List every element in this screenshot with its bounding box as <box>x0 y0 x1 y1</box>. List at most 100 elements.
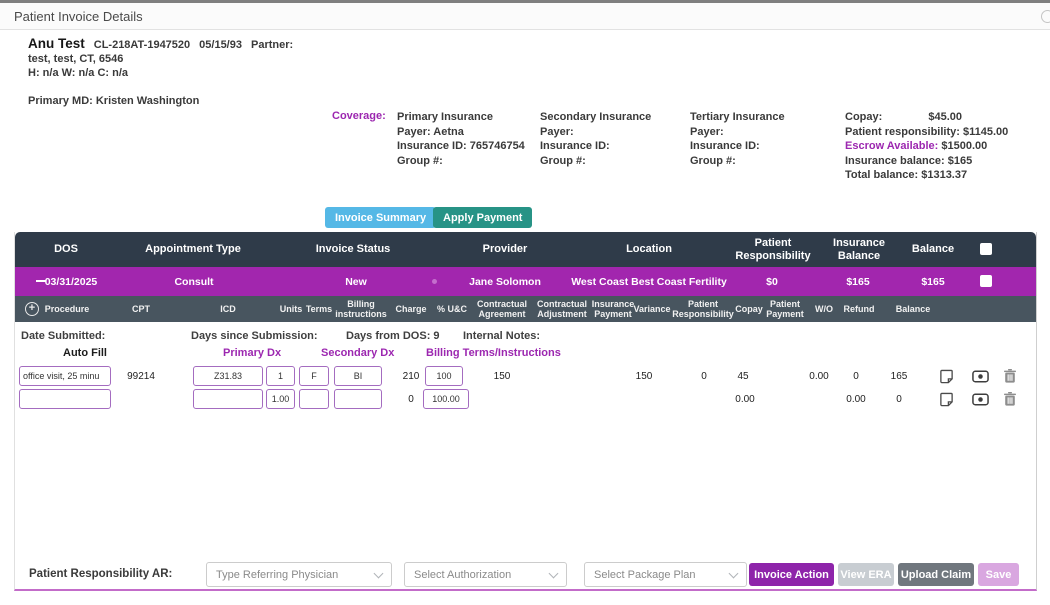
refund-cell: 0 <box>853 366 859 387</box>
coverage-label: Coverage: <box>332 110 386 122</box>
subcol-patient-payment: Patient Payment <box>760 296 810 322</box>
escrow-row: Escrow Available: $1500.00 <box>845 139 1008 154</box>
terms-input[interactable] <box>299 366 329 386</box>
patient-summary-line: Anu TestCL-218AT-194752005/15/93Partner: <box>28 36 293 51</box>
total-balance-label: Total balance: <box>845 169 918 181</box>
add-line-item-icon[interactable]: + <box>25 302 39 316</box>
col-invoice-status: Invoice Status <box>316 232 391 267</box>
note-icon[interactable] <box>939 369 954 384</box>
uc-percent-input[interactable] <box>425 366 463 386</box>
total-balance-row: Total balance: $1313.37 <box>845 168 1008 183</box>
patient-dob: 05/15/93 <box>199 39 242 51</box>
insurance-balance-row: Insurance balance: $165 <box>845 154 1008 169</box>
invoice-appt-type: Consult <box>174 267 213 296</box>
secondary-insurance-payer: Payer: <box>540 125 651 140</box>
units-input[interactable] <box>266 366 295 386</box>
package-plan-select[interactable]: Select Package Plan <box>584 562 747 587</box>
secondary-insurance-id: Insurance ID: <box>540 139 651 154</box>
icd-input-2[interactable] <box>193 389 263 409</box>
patient-responsibility-label: Patient responsibility: <box>845 126 960 138</box>
subcol-icd: ICD <box>220 296 236 322</box>
authorization-select[interactable]: Select Authorization <box>404 562 567 587</box>
subcol-units: Units <box>280 296 303 322</box>
status-dot <box>432 279 437 284</box>
tertiary-insurance-title: Tertiary Insurance <box>690 110 785 125</box>
patient-responsibility-cell: 0 <box>701 366 707 387</box>
insurance-balance-value: $165 <box>948 155 972 167</box>
note-icon-2[interactable] <box>939 392 954 407</box>
primary-insurance-id: Insurance ID: 765746754 <box>397 139 525 154</box>
authorization-placeholder: Select Authorization <box>414 569 511 581</box>
subcol-copay: Copay <box>735 296 763 322</box>
wo-cell: 0.00 <box>809 366 828 387</box>
save-button[interactable]: Save <box>978 563 1019 586</box>
chevron-down-icon <box>549 568 559 578</box>
subcol-contractual-agreement: Contractual Agreement <box>471 296 533 322</box>
subcol-billing-instructions: Billing instructions <box>333 296 389 322</box>
subcol-contractual-adjustment: Contractual Adjustment <box>531 296 593 322</box>
invoice-action-button[interactable]: Invoice Action <box>749 563 834 586</box>
page-header-bar: Patient Invoice Details <box>0 3 1050 30</box>
billing-terms-link[interactable]: Billing Terms/Instructions <box>426 347 561 359</box>
units-input-2[interactable] <box>266 389 295 409</box>
payment-banknote-icon[interactable] <box>972 370 989 383</box>
uc-percent-input-2[interactable] <box>423 389 469 409</box>
balance-summary-block: Copay:$45.00 Patient responsibility: $11… <box>845 110 1008 183</box>
invoice-dos: 03/31/2025 <box>45 267 98 296</box>
charge-value-2: 0 <box>408 389 414 410</box>
delete-line-icon[interactable] <box>1004 369 1016 383</box>
subcol-terms: Terms <box>306 296 332 322</box>
referring-physician-select[interactable]: Type Referring Physician <box>206 562 392 587</box>
subcol-uc: % U&C <box>437 296 467 322</box>
col-patient-responsibility: Patient Responsibility <box>732 232 814 267</box>
invoice-insurance-balance: $165 <box>846 267 869 296</box>
icd-input[interactable] <box>193 366 263 386</box>
balance-cell: 165 <box>891 366 908 387</box>
secondary-dx-link[interactable]: Secondary Dx <box>321 347 394 359</box>
invoice-patient-responsibility: $0 <box>766 267 778 296</box>
variance-value: 150 <box>636 366 653 387</box>
procedure-input[interactable] <box>19 366 111 386</box>
col-dos: DOS <box>54 232 78 267</box>
subcol-insurance-payment: Insurance Payment <box>586 296 641 322</box>
primary-insurance-block: Primary Insurance Payer: Aetna Insurance… <box>397 110 525 168</box>
procedure-input-2[interactable] <box>19 389 111 409</box>
chevron-down-icon <box>374 568 384 578</box>
primary-insurance-title: Primary Insurance <box>397 110 525 125</box>
subcol-wo: W/O <box>815 296 833 322</box>
terms-input-2[interactable] <box>299 389 329 409</box>
days-since-submission-label: Days since Submission: <box>191 330 318 342</box>
collapse-circle-icon[interactable] <box>1041 10 1050 23</box>
apply-payment-button[interactable]: Apply Payment <box>433 207 532 228</box>
col-insurance-balance: Insurance Balance <box>827 232 891 267</box>
delete-line-icon-2[interactable] <box>1004 392 1016 406</box>
col-balance: Balance <box>912 232 954 267</box>
tertiary-insurance-group: Group #: <box>690 154 785 169</box>
patient-invoice-details-screen: Patient Invoice Details Anu TestCL-218AT… <box>0 0 1050 605</box>
primary-insurance-payer: Payer: Aetna <box>397 125 525 140</box>
primary-dx-link[interactable]: Primary Dx <box>223 347 281 359</box>
tertiary-insurance-block: Tertiary Insurance Payer: Insurance ID: … <box>690 110 785 168</box>
subcol-variance: Variance <box>633 296 670 322</box>
invoice-status: New <box>345 267 367 296</box>
patient-phones: H: n/a W: n/a C: n/a <box>28 67 128 79</box>
patient-address: test, test, CT, 6546 <box>28 53 123 65</box>
invoice-row-checkbox[interactable] <box>980 275 992 287</box>
payment-banknote-icon-2[interactable] <box>972 393 989 406</box>
view-era-button[interactable]: View ERA <box>838 563 894 586</box>
billing-instructions-input[interactable] <box>334 366 382 386</box>
subcol-patient-responsibility: Patient Responsibility <box>666 296 740 322</box>
billing-instructions-input-2[interactable] <box>334 389 382 409</box>
select-all-checkbox[interactable] <box>980 243 992 255</box>
subcol-refund: Refund <box>844 296 875 322</box>
invoice-location: West Coast Best Coast Fertility <box>571 267 727 296</box>
primary-insurance-group: Group #: <box>397 154 525 169</box>
contractual-agreement-value: 150 <box>494 366 511 387</box>
auto-fill-link[interactable]: Auto Fill <box>63 347 107 359</box>
invoice-provider: Jane Solomon <box>469 267 541 296</box>
secondary-insurance-group: Group #: <box>540 154 651 169</box>
invoice-summary-button[interactable]: Invoice Summary <box>325 207 436 228</box>
date-submitted-label: Date Submitted: <box>21 330 105 342</box>
package-plan-placeholder: Select Package Plan <box>594 569 696 581</box>
upload-claim-button[interactable]: Upload Claim <box>898 563 974 586</box>
